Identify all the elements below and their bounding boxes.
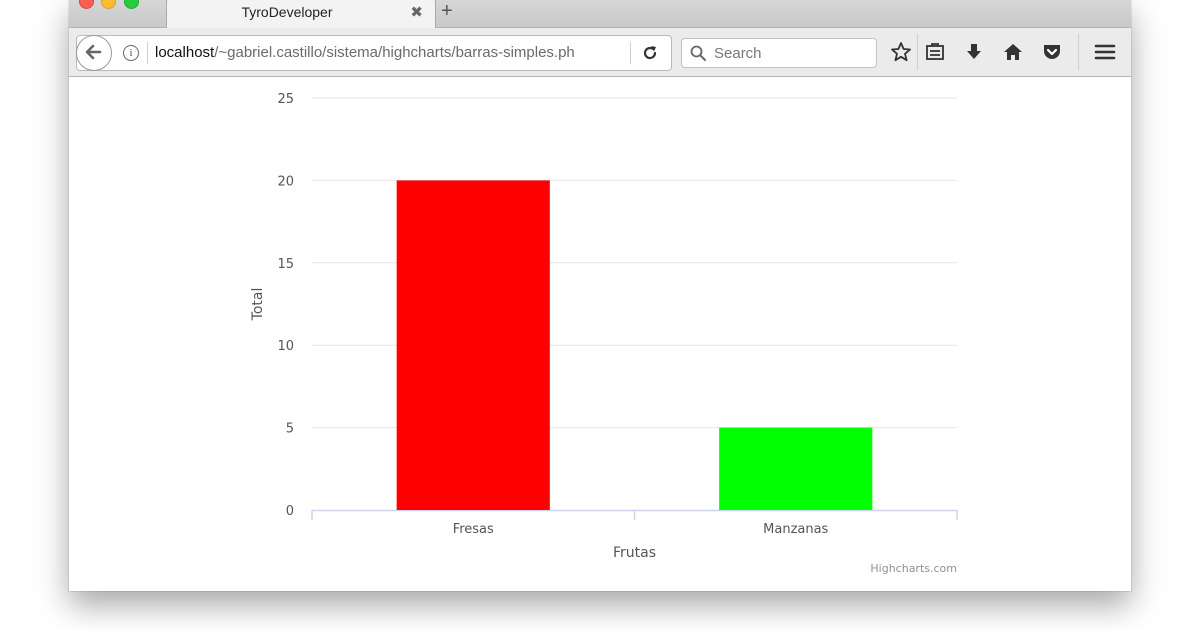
url-host: localhost — [155, 44, 215, 61]
y-tick-label: 0 — [286, 504, 294, 519]
x-tick-label: Fresas — [453, 522, 494, 537]
bar-fresas — [396, 180, 550, 510]
search-icon — [690, 45, 706, 61]
y-axis-title: Total — [250, 288, 266, 322]
browser-window: TyroDeveloper ✖ + i localhost/~gabriel.c… — [69, 0, 1131, 591]
zoom-window-button[interactable] — [124, 0, 139, 9]
y-tick-label: 25 — [277, 92, 294, 107]
tab-title: TyroDeveloper — [241, 4, 333, 20]
star-icon[interactable] — [890, 41, 912, 63]
y-tick-label: 20 — [277, 174, 294, 189]
search-input[interactable]: Search — [681, 38, 877, 68]
back-arrow-icon — [85, 44, 102, 60]
credits-link: Highcharts.com — [870, 562, 957, 575]
menu-divider — [1078, 34, 1079, 70]
new-tab-button[interactable]: + — [441, 0, 453, 22]
url-path: /~gabriel.castillo/sistema/highcharts/ba… — [214, 44, 575, 61]
y-tick-label: 15 — [277, 257, 294, 272]
bar-manzanas — [719, 427, 873, 510]
clipboard-icon[interactable] — [924, 41, 946, 63]
y-tick-label: 5 — [286, 422, 294, 437]
navigation-bar: i localhost/~gabriel.castillo/sistema/hi… — [69, 28, 1131, 77]
url-text[interactable]: localhost/~gabriel.castillo/sistema/high… — [155, 44, 600, 64]
x-axis-title: Frutas — [613, 545, 656, 561]
url-bar[interactable]: i localhost/~gabriel.castillo/sistema/hi… — [76, 35, 672, 71]
chart-area: 0 5 10 15 20 25 Fresas Manzanas Frutas Total Highc… — [69, 77, 1131, 591]
search-placeholder: Search — [714, 45, 762, 62]
tab-close-icon[interactable]: ✖ — [410, 3, 423, 21]
info-icon[interactable]: i — [123, 45, 139, 61]
close-window-button[interactable] — [79, 0, 94, 9]
hamburger-menu-icon[interactable] — [1094, 41, 1116, 63]
toolbar-divider — [917, 34, 918, 70]
y-tick-label: 10 — [277, 339, 294, 354]
pocket-icon[interactable] — [1041, 41, 1063, 63]
url-divider — [147, 42, 148, 64]
bar-chart: 0 5 10 15 20 25 Fresas Manzanas Frutas Total Highc… — [250, 92, 958, 575]
tab-active[interactable]: TyroDeveloper ✖ — [166, 0, 436, 28]
reload-icon[interactable] — [641, 44, 659, 62]
back-button[interactable] — [76, 35, 112, 71]
minimize-window-button[interactable] — [101, 0, 116, 9]
x-tick-label: Manzanas — [763, 522, 828, 537]
tab-strip: TyroDeveloper ✖ + — [69, 0, 1131, 28]
reload-divider — [630, 42, 631, 64]
download-arrow-icon[interactable] — [963, 41, 985, 63]
home-icon[interactable] — [1002, 41, 1024, 63]
